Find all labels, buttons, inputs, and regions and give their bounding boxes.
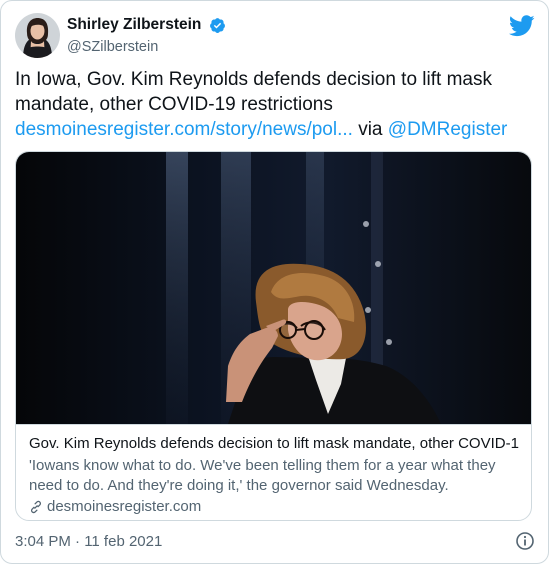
tweet-timestamp[interactable]: 3:04 PM · 11 feb 2021 [15, 533, 162, 550]
verified-badge-icon [209, 17, 226, 34]
tweet-text: In Iowa, Gov. Kim Reynolds defends decis… [15, 67, 535, 142]
tweet-footer: 3:04 PM · 11 feb 2021 [15, 531, 535, 553]
card-description: 'Iowans know what to do. We've been tell… [29, 457, 496, 494]
twitter-bird-icon[interactable] [508, 15, 535, 37]
card-image[interactable] [16, 152, 531, 424]
mention-link[interactable]: @DMRegister [388, 119, 508, 140]
tweet-header: Shirley Zilberstein @SZilberstein [15, 13, 537, 61]
author-handle[interactable]: @SZilberstein [67, 39, 226, 55]
link-icon [29, 500, 43, 514]
link-preview-card[interactable]: Gov. Kim Reynolds defends decision to li… [15, 151, 532, 521]
tweet-body-text: In Iowa, Gov. Kim Reynolds defends decis… [15, 69, 492, 115]
card-title: Gov. Kim Reynolds defends decision to li… [29, 435, 520, 452]
card-domain-row: desmoinesregister.com [29, 497, 520, 517]
author-display-name[interactable]: Shirley Zilberstein [67, 16, 201, 34]
author-names: Shirley Zilberstein @SZilberstein [67, 16, 226, 55]
via-text: via [352, 119, 388, 140]
card-body: Gov. Kim Reynolds defends decision to li… [16, 424, 531, 520]
info-icon[interactable] [515, 531, 535, 551]
tweet-article-link[interactable]: desmoinesregister.com/story/news/pol... [15, 119, 353, 140]
tweet-embed: Shirley Zilberstein @SZilberstein In Iow… [0, 0, 549, 564]
card-domain: desmoinesregister.com [47, 498, 202, 515]
avatar[interactable] [15, 13, 60, 58]
